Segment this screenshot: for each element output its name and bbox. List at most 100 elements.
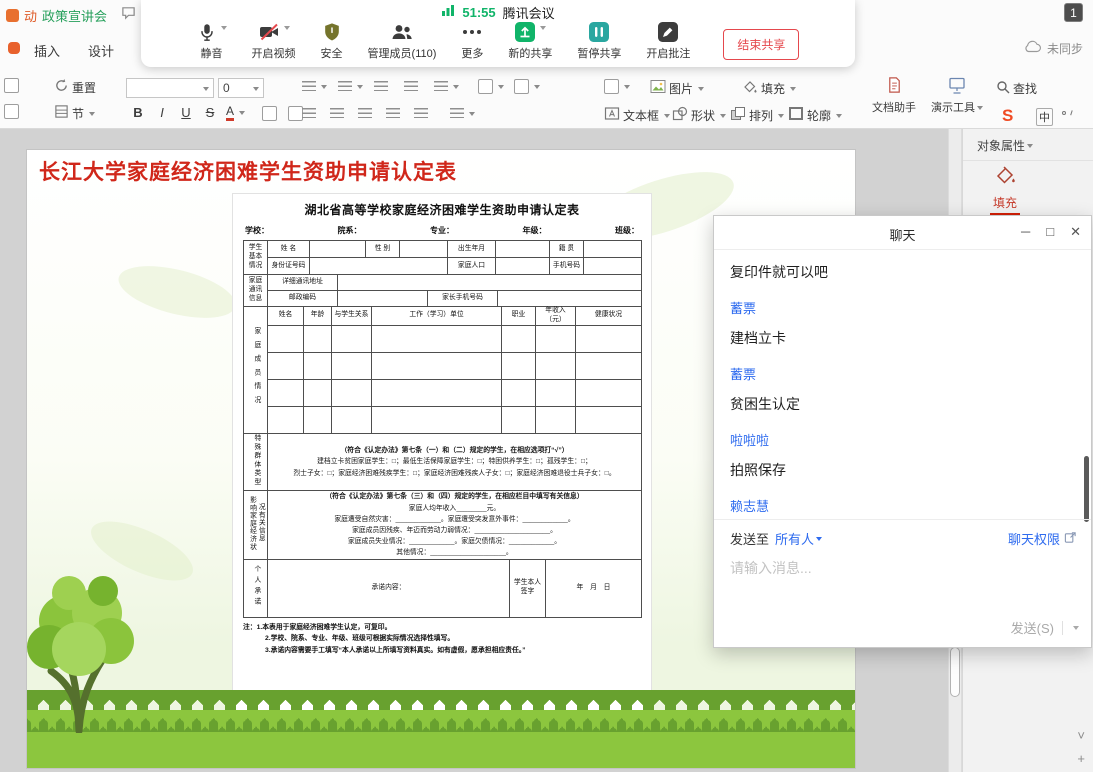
- send-divider: [1062, 621, 1063, 635]
- security-button[interactable]: 安全: [321, 21, 343, 61]
- chat-message: 拍照保存: [730, 460, 1075, 480]
- comment-bubble-icon[interactable]: [121, 5, 136, 25]
- manage-members-button[interactable]: 管理成员(110): [368, 21, 437, 61]
- chat-message-list[interactable]: 复印件就可以吧 蓄票 建档立卡 蓄票 贫困生认定 啦啦啦 拍照保存 赖志慧 19…: [714, 250, 1091, 519]
- economic-line: 家庭遭受自然灾害：____________。家庭遭受突发意外事件：_______…: [270, 514, 639, 525]
- document-tab[interactable]: 动 政策宣讲会: [0, 6, 107, 25]
- new-share-label: 新的共享: [508, 45, 552, 61]
- paragraph-spacing-icon[interactable]: [450, 108, 475, 119]
- send-to-row: 发送至 所有人 聊天权限: [714, 520, 1091, 548]
- cell-label: 姓 名: [268, 241, 310, 258]
- chat-sender-name: 啦啦啦: [730, 430, 1075, 449]
- form-contact-table: 家庭通讯信息 详细通讯地址 邮政编码 家长手机号码: [243, 274, 642, 307]
- fill-bucket-icon: [742, 79, 758, 97]
- tab-insert[interactable]: 插入: [34, 41, 60, 60]
- app-menu-icon[interactable]: [8, 42, 20, 54]
- zoom-in-icon[interactable]: +: [1077, 751, 1085, 766]
- empty-cell: [498, 291, 642, 307]
- strikethrough-button[interactable]: S: [200, 105, 220, 120]
- new-share-button[interactable]: 新的共享: [508, 21, 552, 61]
- font-color-button[interactable]: A: [226, 105, 245, 121]
- chat-titlebar[interactable]: 聊天 ─ □ ✕: [714, 216, 1091, 250]
- more-button[interactable]: 更多: [461, 21, 483, 61]
- numbered-list-icon[interactable]: [338, 81, 363, 92]
- table-insert-icon[interactable]: [604, 79, 630, 94]
- section-button[interactable]: 节: [54, 104, 95, 122]
- send-button[interactable]: 发送(S): [1011, 618, 1054, 637]
- search-icon: [996, 80, 1010, 97]
- decrease-indent-icon[interactable]: [374, 81, 388, 92]
- send-options-icon[interactable]: [1073, 626, 1079, 633]
- close-icon[interactable]: ✕: [1070, 224, 1081, 240]
- economic-content: （符合《认定办法》第七条（三）和（四）规定的学生，在相应栏目中填写有关信息） 家…: [268, 491, 642, 559]
- clear-format-icon[interactable]: [288, 106, 303, 121]
- table-row: [244, 325, 642, 352]
- minimize-icon[interactable]: ─: [1021, 224, 1030, 240]
- collapse-chevron-icon[interactable]: ˅: [1077, 728, 1085, 743]
- font-family-combobox[interactable]: [126, 78, 214, 98]
- align-center-icon[interactable]: [330, 108, 344, 119]
- underline-button[interactable]: U: [176, 105, 196, 120]
- symbol-icon[interactable]: [1062, 110, 1072, 115]
- cloud-icon: [1024, 40, 1042, 57]
- tree-illustration: [27, 563, 159, 738]
- distribute-icon[interactable]: [414, 108, 428, 119]
- shape-icon: [672, 106, 688, 124]
- col-header: 职业: [502, 307, 536, 326]
- chat-permission-button[interactable]: 聊天权限: [1008, 529, 1077, 548]
- end-share-button[interactable]: 结束共享: [723, 29, 799, 60]
- table-row: 个人承诺 承诺内容： 学生本人签字 年 月 日: [244, 559, 642, 617]
- font-size-combobox[interactable]: 0: [218, 78, 264, 98]
- notification-badge[interactable]: 1: [1064, 3, 1083, 22]
- justify-icon[interactable]: [386, 108, 400, 119]
- maximize-icon[interactable]: □: [1046, 224, 1054, 240]
- arrange-button[interactable]: 排列: [730, 106, 784, 124]
- annotate-button[interactable]: 开启批注: [646, 21, 690, 61]
- columns-icon[interactable]: [514, 79, 540, 94]
- camera-off-icon: [258, 21, 280, 48]
- chat-scrollbar-thumb[interactable]: [1084, 456, 1089, 522]
- bold-button[interactable]: B: [128, 105, 148, 120]
- clipped-toolbar-icon[interactable]: [4, 104, 19, 119]
- send-to-selector[interactable]: 所有人: [775, 529, 822, 548]
- table-row: 邮政编码 家长手机号码: [244, 291, 642, 307]
- increase-indent-icon[interactable]: [404, 81, 418, 92]
- panel-header[interactable]: 对象属性: [963, 129, 1093, 161]
- language-toggle[interactable]: 中: [1036, 108, 1053, 126]
- meeting-status-row: 51:55 腾讯会议: [141, 0, 855, 20]
- empty-cell: [268, 352, 304, 379]
- find-button[interactable]: 查找: [996, 80, 1037, 97]
- chat-sender-name: 蓄票: [730, 364, 1075, 383]
- mute-button[interactable]: 静音: [197, 21, 227, 61]
- field-grade: 年级：: [523, 225, 547, 236]
- fill-button[interactable]: 填充: [742, 79, 796, 97]
- shape-button[interactable]: 形状: [672, 106, 726, 124]
- picture-button[interactable]: 图片: [650, 79, 704, 97]
- tab-design[interactable]: 设计: [88, 41, 114, 60]
- present-tools-button[interactable]: 演示工具: [926, 76, 988, 115]
- slide-scrollbar-thumb[interactable]: [950, 647, 960, 697]
- camera-button[interactable]: 开启视频: [252, 21, 296, 61]
- empty-cell: [268, 406, 304, 433]
- pause-share-button[interactable]: 暂停共享: [577, 21, 621, 61]
- wps-logo[interactable]: S: [1002, 106, 1013, 126]
- superscript-icon[interactable]: [262, 106, 277, 121]
- more-label: 更多: [461, 45, 483, 61]
- sync-status[interactable]: 未同步: [1024, 40, 1083, 57]
- align-right-icon[interactable]: [358, 108, 372, 119]
- doc-assistant-button[interactable]: 文档助手: [866, 76, 922, 115]
- bullet-list-icon[interactable]: [302, 81, 327, 92]
- annotate-pen-icon: [657, 21, 679, 48]
- reset-button[interactable]: 重置: [54, 78, 96, 96]
- clipped-toolbar-icon[interactable]: [4, 78, 19, 93]
- chat-sender-name: 蓄票: [730, 298, 1075, 317]
- chat-message: 建档立卡: [730, 328, 1075, 348]
- chat-input[interactable]: [714, 548, 1091, 604]
- outline-button[interactable]: 轮廓: [788, 106, 842, 124]
- text-direction-icon[interactable]: [478, 79, 504, 94]
- fill-tool-button[interactable]: 填充: [981, 163, 1029, 215]
- text-box-button[interactable]: 文本框: [604, 106, 670, 124]
- line-spacing-icon[interactable]: [434, 81, 459, 92]
- align-left-icon[interactable]: [302, 108, 316, 119]
- italic-button[interactable]: I: [152, 105, 172, 120]
